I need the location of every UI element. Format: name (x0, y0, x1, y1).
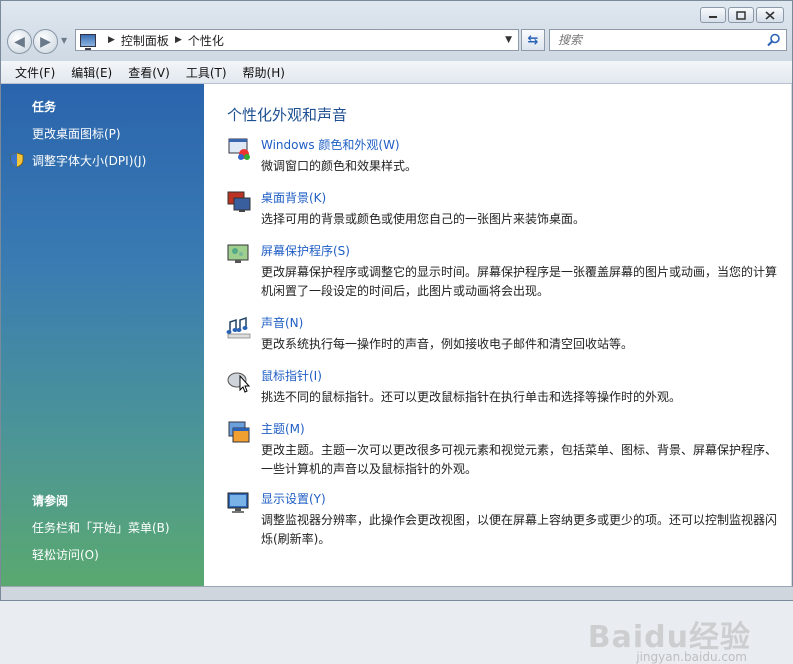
minimize-button[interactable] (700, 7, 726, 23)
control-panel-icon (80, 33, 96, 50)
item-description: 更改主题。主题一次可以更改很多可视元素和视觉元素，包括菜单、图标、背景、屏幕保护… (261, 443, 778, 476)
minimize-icon (709, 16, 717, 18)
screensaver-link[interactable]: 屏幕保护程序(S) (261, 242, 350, 259)
tasks-heading: 任务 (32, 100, 57, 114)
refresh-button[interactable]: ⇆ (521, 29, 545, 51)
close-icon (765, 10, 775, 20)
menu-bar: 文件(F) 编辑(E) 查看(V) 工具(T) 帮助(H) (1, 61, 792, 84)
back-arrow-icon: ◀ (14, 33, 25, 50)
chevron-right-icon[interactable]: ▶ (108, 35, 115, 45)
bottom-strip (1, 586, 793, 600)
menu-edit[interactable]: 编辑(E) (63, 64, 120, 81)
change-desktop-icons-link[interactable]: 更改桌面图标(P) (32, 125, 121, 142)
forward-arrow-icon: ▶ (40, 33, 51, 50)
search-input[interactable] (556, 32, 760, 48)
page-title: 个性化外观和声音 (227, 106, 348, 124)
menu-file[interactable]: 文件(F) (7, 64, 63, 81)
see-also-heading: 请参阅 (32, 494, 69, 508)
display-settings-link[interactable]: 显示设置(Y) (261, 490, 326, 507)
screensaver-icon[interactable] (226, 242, 252, 268)
item-description: 挑选不同的鼠标指针。还可以更改鼠标指针在执行单击和选择等操作时的外观。 (261, 390, 682, 404)
item-description: 更改屏幕保护程序或调整它的显示时间。屏幕保护程序是一张覆盖屏幕的图片或动画，当您… (261, 265, 778, 298)
navigation-row: ◀ ▶ ▼ ▶ 控制面板 ▶ 个性化 ▼ ⇆ (5, 29, 788, 55)
taskbar-start-menu-link[interactable]: 任务栏和「开始」菜单(B) (32, 519, 170, 536)
window-color-link[interactable]: Windows 颜色和外观(W) (261, 136, 400, 153)
menu-help[interactable]: 帮助(H) (235, 64, 293, 81)
adjust-font-size-link[interactable]: 调整字体大小(DPI)(J) (32, 152, 146, 169)
refresh-icon: ⇆ (527, 32, 539, 48)
mouse-pointer-link[interactable]: 鼠标指针(I) (261, 367, 322, 384)
maximize-button[interactable] (728, 7, 754, 23)
task-sidebar: 任务 更改桌面图标(P) 调整字体大小(DPI)(J) 请参阅 任务栏和「开始」… (1, 84, 204, 589)
caption-buttons (700, 7, 784, 23)
search-icon[interactable] (767, 33, 781, 47)
item-description: 调整监视器分辨率，此操作会更改视图，以便在屏幕上容纳更多或更少的项。还可以控制监… (261, 513, 778, 546)
chevron-right-icon[interactable]: ▶ (175, 35, 182, 45)
sound-link[interactable]: 声音(N) (261, 314, 303, 331)
item-description: 选择可用的背景或颜色或使用您自己的一张图片来装饰桌面。 (261, 212, 586, 226)
menu-view[interactable]: 查看(V) (120, 64, 178, 81)
window: ◀ ▶ ▼ ▶ 控制面板 ▶ 个性化 ▼ ⇆ 文件(F) 编辑(E) 查看(V)… (0, 0, 793, 664)
recent-pages-dropdown[interactable]: ▼ (61, 36, 67, 45)
desktop-background-icon[interactable] (226, 189, 252, 215)
search-box[interactable] (549, 29, 787, 51)
watermark-url: jingyan.baidu.com (636, 650, 747, 664)
item-description: 微调窗口的颜色和效果样式。 (261, 159, 418, 173)
main-content: 个性化外观和声音 Windows 颜色和外观(W) 微调窗口的颜色和效果样式。 … (204, 84, 791, 664)
display-settings-icon[interactable] (226, 490, 252, 516)
address-bar[interactable]: ▶ 控制面板 ▶ 个性化 ▼ (75, 29, 519, 51)
mouse-pointer-icon[interactable] (226, 367, 252, 393)
theme-icon[interactable] (226, 420, 252, 446)
sound-icon[interactable] (226, 314, 252, 340)
forward-button[interactable]: ▶ (33, 29, 58, 54)
breadcrumb-control-panel[interactable]: 控制面板 (121, 32, 169, 49)
desktop-background-link[interactable]: 桌面背景(K) (261, 189, 326, 206)
close-button[interactable] (756, 7, 784, 23)
window-color-icon[interactable] (226, 136, 252, 162)
item-description: 更改系统执行每一操作时的声音，例如接收电子邮件和清空回收站等。 (261, 337, 634, 351)
maximize-icon (736, 10, 746, 20)
address-dropdown-icon[interactable]: ▼ (505, 35, 512, 45)
back-button[interactable]: ◀ (7, 29, 32, 54)
ease-of-access-link[interactable]: 轻松访问(O) (32, 546, 99, 563)
menu-tools[interactable]: 工具(T) (178, 64, 235, 81)
theme-link[interactable]: 主题(M) (261, 420, 305, 437)
breadcrumb-personalization[interactable]: 个性化 (188, 32, 224, 49)
uac-shield-icon (10, 152, 24, 168)
